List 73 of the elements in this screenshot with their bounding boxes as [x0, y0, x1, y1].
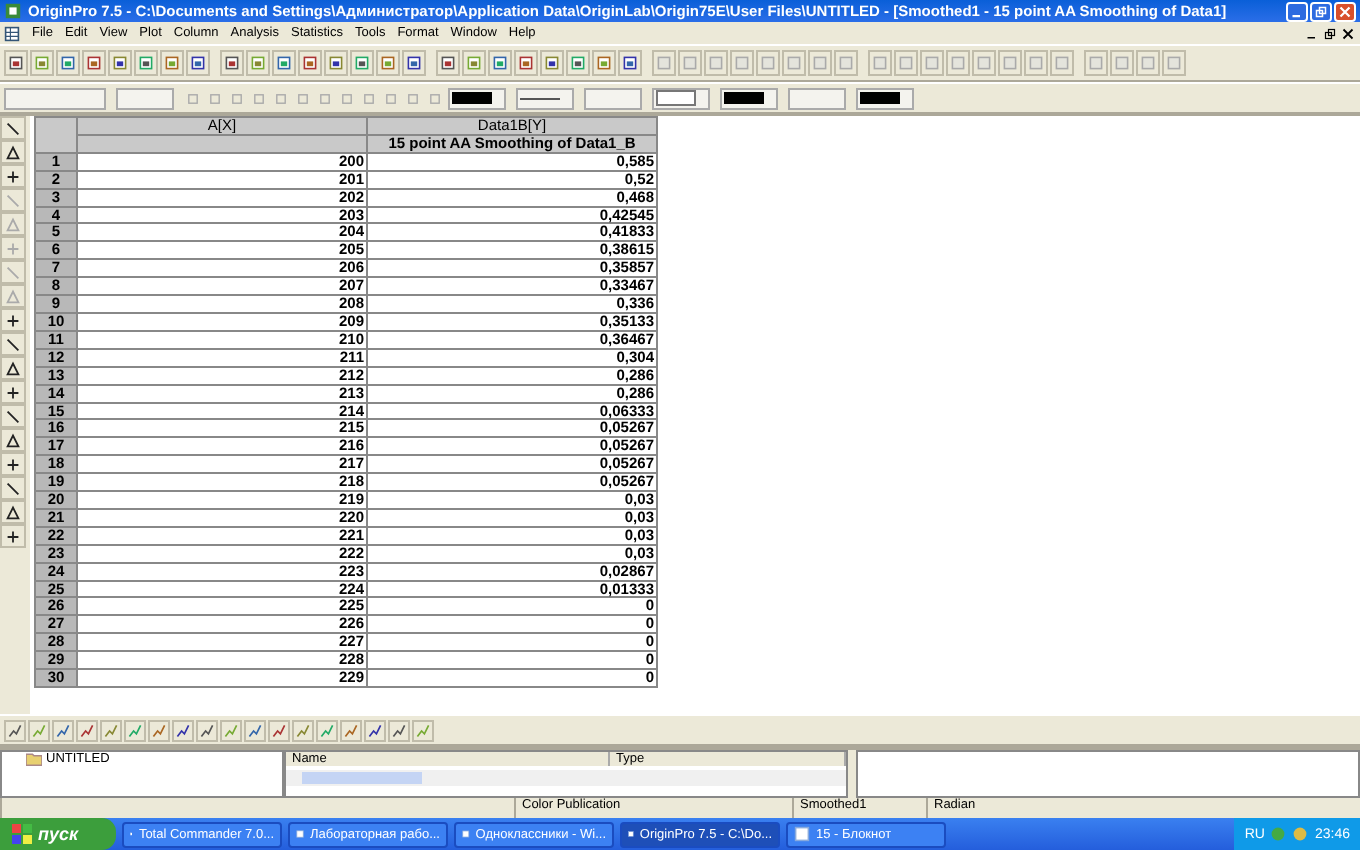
toolbar-button[interactable]	[272, 50, 296, 76]
tool-button[interactable]	[0, 380, 26, 404]
toolbar-button[interactable]	[350, 50, 374, 76]
app-icon	[462, 826, 470, 842]
plot-type-button[interactable]	[4, 719, 26, 741]
tool-icon	[4, 527, 22, 545]
toolbar-button[interactable]	[56, 50, 80, 76]
tool-button[interactable]	[0, 356, 26, 380]
tool-button[interactable]	[0, 332, 26, 356]
toolbar-button[interactable]	[402, 50, 426, 76]
toolbar-button[interactable]	[220, 50, 244, 76]
toolbar-button[interactable]	[436, 50, 460, 76]
windows-flag-icon	[12, 824, 32, 844]
toolbar-button[interactable]	[108, 50, 132, 76]
plot-type-button[interactable]	[52, 719, 74, 741]
toolbar-button[interactable]	[540, 50, 564, 76]
toolbar-button[interactable]	[566, 50, 590, 76]
tool-icon	[4, 167, 22, 185]
tool-button[interactable]	[0, 140, 26, 164]
tool-button[interactable]	[0, 476, 26, 500]
tool-button[interactable]	[0, 404, 26, 428]
plot-type-button[interactable]	[196, 719, 218, 741]
fill-dropdown[interactable]	[652, 87, 710, 109]
tool-button[interactable]	[0, 524, 26, 548]
plot-type-button[interactable]	[244, 719, 266, 741]
tool-icon	[4, 383, 22, 401]
app-icon	[794, 826, 810, 842]
color-dropdown[interactable]	[720, 87, 778, 109]
corner-cell[interactable]	[35, 117, 77, 153]
toolbar-button[interactable]	[82, 50, 106, 76]
tool-button[interactable]	[0, 500, 26, 524]
close-icon[interactable]	[1342, 27, 1354, 39]
close-icon	[1338, 5, 1352, 17]
tool-button[interactable]	[0, 428, 26, 452]
tool-button[interactable]	[0, 116, 26, 140]
color-dropdown[interactable]	[448, 87, 506, 109]
toolbar-button[interactable]	[488, 50, 512, 76]
toolbar-button[interactable]	[376, 50, 400, 76]
tool-icon	[4, 455, 22, 473]
toolbar-button[interactable]	[160, 50, 184, 76]
tool-button[interactable]	[0, 164, 26, 188]
plot-type-button[interactable]	[172, 719, 194, 741]
tool-button[interactable]	[0, 452, 26, 476]
color-dropdown[interactable]	[856, 87, 914, 109]
plot-type-button[interactable]	[388, 719, 410, 741]
app-icon	[4, 2, 22, 20]
app-icon	[296, 826, 305, 842]
toolbar-button[interactable]	[592, 50, 616, 76]
toolbar-button[interactable]	[618, 50, 642, 76]
tool-button[interactable]	[0, 308, 26, 332]
plot-type-button[interactable]	[340, 719, 362, 741]
toolbar-button[interactable]	[324, 50, 348, 76]
toolbar-button[interactable]	[514, 50, 538, 76]
plot-type-button[interactable]	[148, 719, 170, 741]
size-dropdown[interactable]	[116, 87, 174, 109]
plot-type-button[interactable]	[268, 719, 290, 741]
line-style-dropdown[interactable]	[516, 87, 574, 109]
toolbar-button[interactable]	[4, 50, 28, 76]
plot-type-button[interactable]	[76, 719, 98, 741]
close-button[interactable]	[1334, 1, 1356, 21]
scrollbar[interactable]	[286, 770, 846, 786]
tool-icon	[4, 311, 22, 329]
tool-icon	[4, 239, 22, 257]
folder-icon	[26, 752, 42, 766]
toolbar-button[interactable]	[134, 50, 158, 76]
minimize-button[interactable]	[1286, 1, 1308, 21]
toolbar-button[interactable]	[186, 50, 210, 76]
plot-type-button[interactable]	[364, 719, 386, 741]
toolbar-button[interactable]	[298, 50, 322, 76]
pattern-dropdown[interactable]	[788, 87, 846, 109]
app-icon	[628, 826, 634, 842]
width-dropdown[interactable]	[584, 87, 642, 109]
maximize-button[interactable]	[1310, 1, 1332, 21]
